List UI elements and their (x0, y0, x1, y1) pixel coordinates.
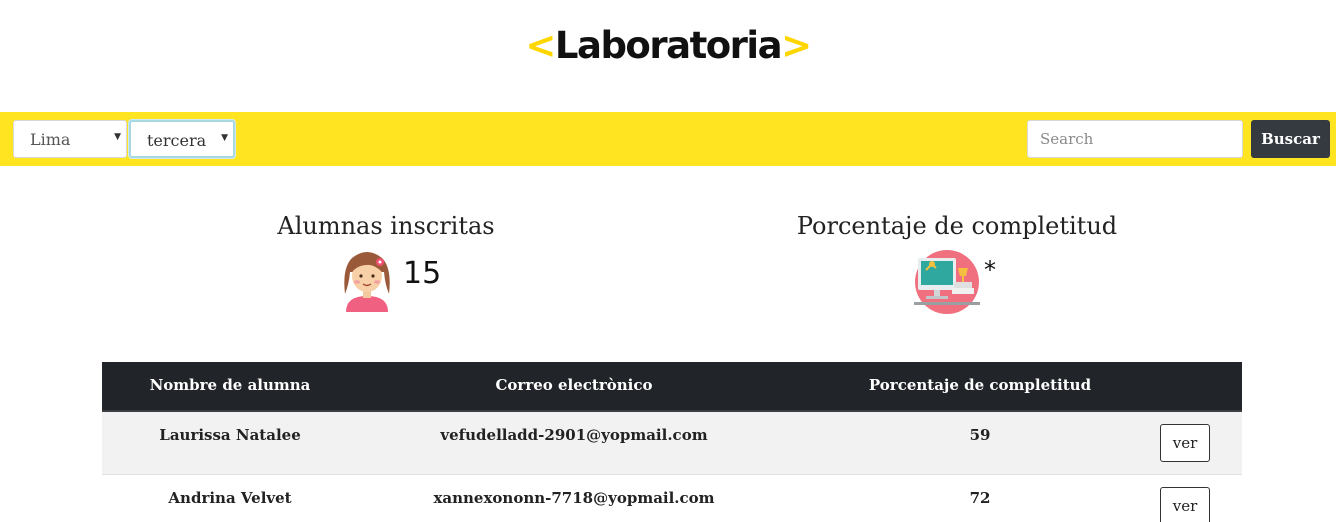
generation-select-value: tercera (147, 131, 207, 150)
chevron-down-icon: ▼ (114, 132, 121, 142)
chevron-down-icon: ▼ (221, 133, 228, 143)
girl-avatar-icon (344, 252, 390, 312)
city-select[interactable]: Lima ▼ (13, 120, 127, 158)
completion-title: Porcentaje de completitud (796, 212, 1118, 240)
table-header: Nombre de alumna Correo electrònico Porc… (102, 362, 1242, 412)
view-button[interactable]: ver (1160, 424, 1210, 462)
header-completion: Porcentaje de completitud (868, 376, 1092, 394)
students-table: Nombre de alumna Correo electrònico Porc… (102, 362, 1242, 522)
view-button[interactable]: ver (1160, 487, 1210, 522)
generation-select[interactable]: tercera ▼ (129, 120, 235, 158)
logo-right-bracket: > (781, 24, 812, 67)
header-name: Nombre de alumna (149, 376, 311, 394)
search-input[interactable] (1027, 120, 1243, 158)
enrolled-title: Alumnas inscritas (277, 212, 495, 240)
student-email: vefudelladd-2901@yopmail.com (440, 426, 708, 444)
search-button[interactable]: Buscar (1251, 120, 1330, 158)
student-email: xannexononn-7718@yopmail.com (433, 489, 715, 507)
filter-toolbar: Lima ▼ tercera ▼ Buscar (0, 112, 1336, 166)
student-name: Laurissa Natalee (159, 426, 301, 444)
completion-value: * (984, 256, 996, 284)
enrolled-count: 15 (403, 256, 442, 291)
city-select-value: Lima (30, 130, 71, 149)
logo-left-bracket: < (525, 24, 556, 67)
table-row: Andrina Velvet xannexononn-7718@yopmail.… (102, 475, 1242, 522)
student-completion: 59 (969, 426, 991, 444)
student-name: Andrina Velvet (168, 489, 292, 507)
table-row: Laurissa Natalee vefudelladd-2901@yopmai… (102, 412, 1242, 475)
student-completion: 72 (969, 489, 991, 507)
desk-computer-icon (914, 250, 980, 314)
logo-text: Laboratoria (554, 24, 783, 67)
header-email: Correo electrònico (495, 376, 653, 394)
brand-logo: <Laboratoria> (0, 24, 1336, 74)
